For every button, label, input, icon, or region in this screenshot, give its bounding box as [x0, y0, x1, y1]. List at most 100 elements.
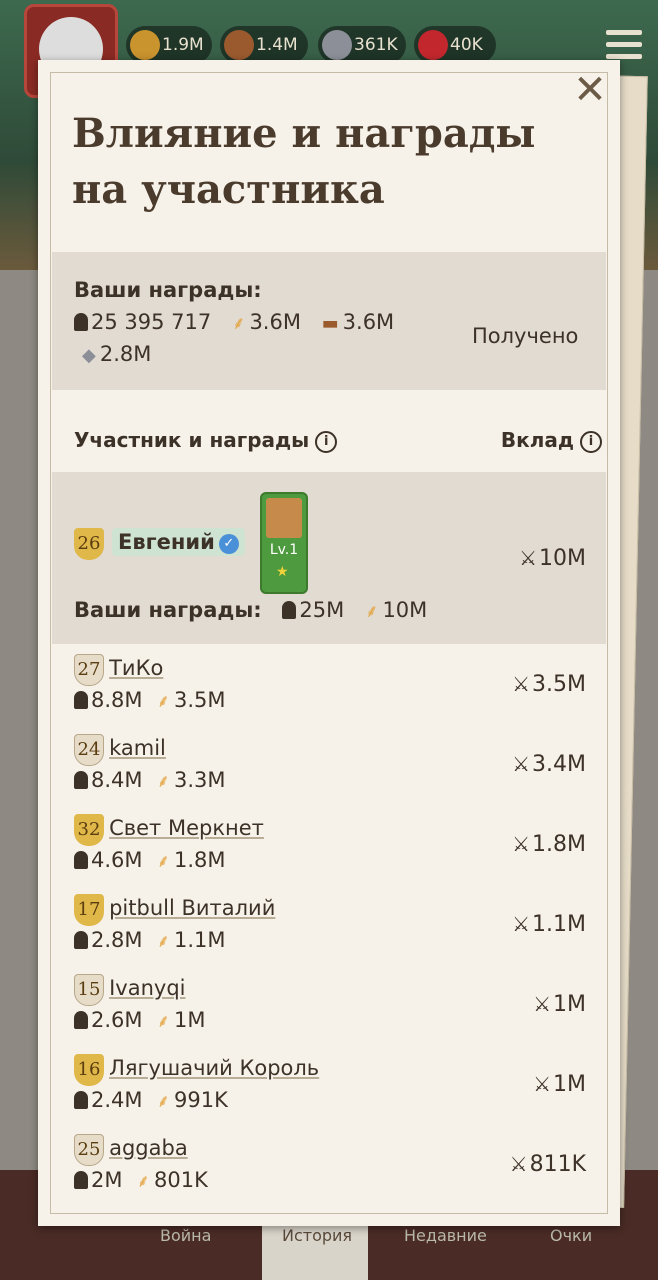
resource-grain[interactable]: 1.9M — [126, 26, 212, 64]
current-member-row[interactable]: 26 Евгений ✓ Lv.1 ★ ⚔10M Ваши награды: 25… — [52, 472, 606, 644]
crossed-swords-icon: ⚔ — [509, 1152, 528, 1176]
contribution-text: 10M — [539, 546, 586, 571]
resource-stone[interactable]: 361K — [318, 26, 406, 64]
member-row[interactable]: 25 aggaba 2M ⸙ 801K ⚔811K — [52, 1130, 606, 1210]
contribution-header-label: Вклад — [500, 428, 574, 452]
verified-icon: ✓ — [218, 534, 239, 554]
contribution-text: 1.1M — [532, 912, 586, 937]
member-rewards: 2.6M ⸙ 1M — [74, 1008, 206, 1033]
member-header: 16 Лягушачий Король — [74, 1054, 319, 1086]
member-header: 27 ТиКо — [74, 654, 163, 686]
grain-reward: 3.6M — [249, 310, 301, 334]
helmet-icon — [74, 1171, 88, 1189]
troops-reward: 2.4M — [91, 1088, 143, 1112]
member-row[interactable]: 16 Лягушачий Король 2.4M ⸙ 991K ⚔1M — [52, 1050, 606, 1130]
member-header: 24 kamil — [74, 734, 166, 766]
helmet-icon — [74, 771, 88, 789]
info-icon[interactable]: i — [580, 431, 602, 453]
helmet-icon — [74, 1011, 88, 1029]
feather-icon: ⸙ — [156, 1011, 171, 1032]
helmet-icon — [74, 1091, 88, 1109]
crossed-swords-icon: ⚔ — [533, 1072, 552, 1096]
crossed-swords-icon: ⚔ — [512, 752, 531, 776]
contribution-value: ⚔1.1M — [512, 912, 586, 937]
stone-icon: ◆ — [82, 345, 96, 366]
my-rewards-label: Ваши награды: — [74, 598, 262, 622]
contribution-value: ⚔1M — [533, 1072, 586, 1097]
contribution-value: ⚔3.5M — [512, 672, 586, 697]
feather-icon: ⸙ — [156, 931, 171, 952]
extra-reward: 1M — [174, 1008, 206, 1032]
column-header-member: Участник и награды i — [74, 428, 338, 453]
feather-icon: ⸙ — [136, 1171, 150, 1192]
contribution-value: ⚔1.8M — [512, 832, 586, 857]
stone-amount: 361K — [354, 35, 398, 55]
info-icon[interactable]: i — [315, 431, 338, 453]
contribution-value: ⚔1M — [533, 992, 586, 1017]
member-name[interactable]: Ivanyqi — [109, 976, 185, 1000]
member-name[interactable]: kamil — [109, 736, 166, 760]
rank-badge: 17 — [74, 894, 104, 926]
column-header-contribution: Вклад i — [501, 428, 602, 453]
resource-wood[interactable]: 1.4M — [220, 26, 308, 64]
troops-reward: 8.8M — [91, 688, 143, 712]
member-name[interactable]: ТиКо — [109, 656, 163, 680]
rank-badge: 25 — [74, 1134, 104, 1166]
member-name[interactable]: Евгений ✓ — [112, 528, 245, 556]
tab-points[interactable]: Очки — [550, 1226, 592, 1245]
member-rewards: 2.8M ⸙ 1.1M — [74, 928, 226, 953]
member-row[interactable]: 15 Ivanyqi 2.6M ⸙ 1M ⚔1M — [52, 970, 606, 1050]
rewards-modal: ✕ Влияние и награды на участника Ваши на… — [38, 60, 620, 1226]
rank-badge: 27 — [74, 654, 104, 686]
contribution-text: 3.4M — [532, 752, 586, 777]
contribution-text: 811K — [529, 1152, 586, 1177]
extra-reward: 3.3M — [174, 768, 226, 792]
modal-title: Влияние и награды на участника — [72, 110, 536, 213]
member-row[interactable]: 32 Свет Меркнет 4.6M ⸙ 1.8M ⚔1.8M — [52, 810, 606, 890]
member-name[interactable]: aggaba — [109, 1136, 188, 1160]
extra-reward: 1.8M — [174, 848, 226, 872]
member-rewards: 2.4M ⸙ 991K — [74, 1088, 228, 1113]
member-row[interactable]: 27 ТиКо 8.8M ⸙ 3.5M ⚔3.5M — [52, 650, 606, 730]
member-name[interactable]: Свет Меркнет — [109, 816, 264, 840]
troops-reward: 8.4M — [91, 768, 143, 792]
close-icon[interactable]: ✕ — [570, 70, 610, 110]
feather-icon: ⸙ — [156, 851, 171, 872]
member-row[interactable]: 24 kamil 8.4M ⸙ 3.3M ⚔3.4M — [52, 730, 606, 810]
helmet-icon — [74, 851, 88, 869]
feather-icon: ⸙ — [364, 601, 379, 622]
troops-reward: 2M — [91, 1168, 123, 1192]
member-name-text: Евгений — [118, 530, 215, 554]
rank-badge: 24 — [74, 734, 104, 766]
contribution-text: 1.8M — [532, 832, 586, 857]
tab-history[interactable]: История — [282, 1226, 352, 1245]
member-name[interactable]: Лягушачий Король — [109, 1056, 319, 1080]
contribution-text: 1M — [553, 1072, 586, 1097]
hero-card[interactable]: Lv.1 ★ — [260, 492, 308, 594]
wood-icon — [224, 30, 254, 60]
member-header: 15 Ivanyqi — [74, 974, 186, 1006]
contribution-value: ⚔10M — [519, 546, 586, 571]
member-name[interactable]: pitbull Виталий — [109, 896, 275, 920]
rank-badge: 15 — [74, 974, 104, 1006]
tab-recent[interactable]: Недавние — [404, 1226, 487, 1245]
member-rewards: 8.4M ⸙ 3.3M — [74, 768, 226, 793]
member-header-label: Участник и награды — [74, 428, 310, 452]
resource-gems[interactable]: 40K — [414, 26, 496, 64]
feather-icon: ⸙ — [156, 1091, 171, 1112]
rank-badge: 26 — [74, 528, 104, 560]
member-row[interactable]: 17 pitbull Виталий 2.8M ⸙ 1.1M ⚔1.1M — [52, 890, 606, 970]
my-rewards-line: Ваши награды: 25M ⸙ 10M — [74, 598, 427, 623]
tab-war[interactable]: Война — [160, 1226, 211, 1245]
helmet-icon — [74, 691, 88, 709]
helmet-icon — [282, 601, 297, 619]
extra-reward: 991K — [174, 1088, 228, 1112]
hero-portrait-icon — [266, 498, 302, 538]
hero-level: Lv.1 — [269, 542, 299, 558]
grain-amount: 1.9M — [162, 35, 204, 55]
stone-icon — [322, 30, 352, 60]
contribution-text: 3.5M — [532, 672, 586, 697]
rank-badge: 32 — [74, 814, 104, 846]
member-rewards: 2M ⸙ 801K — [74, 1168, 208, 1193]
helmet-icon — [74, 931, 88, 949]
